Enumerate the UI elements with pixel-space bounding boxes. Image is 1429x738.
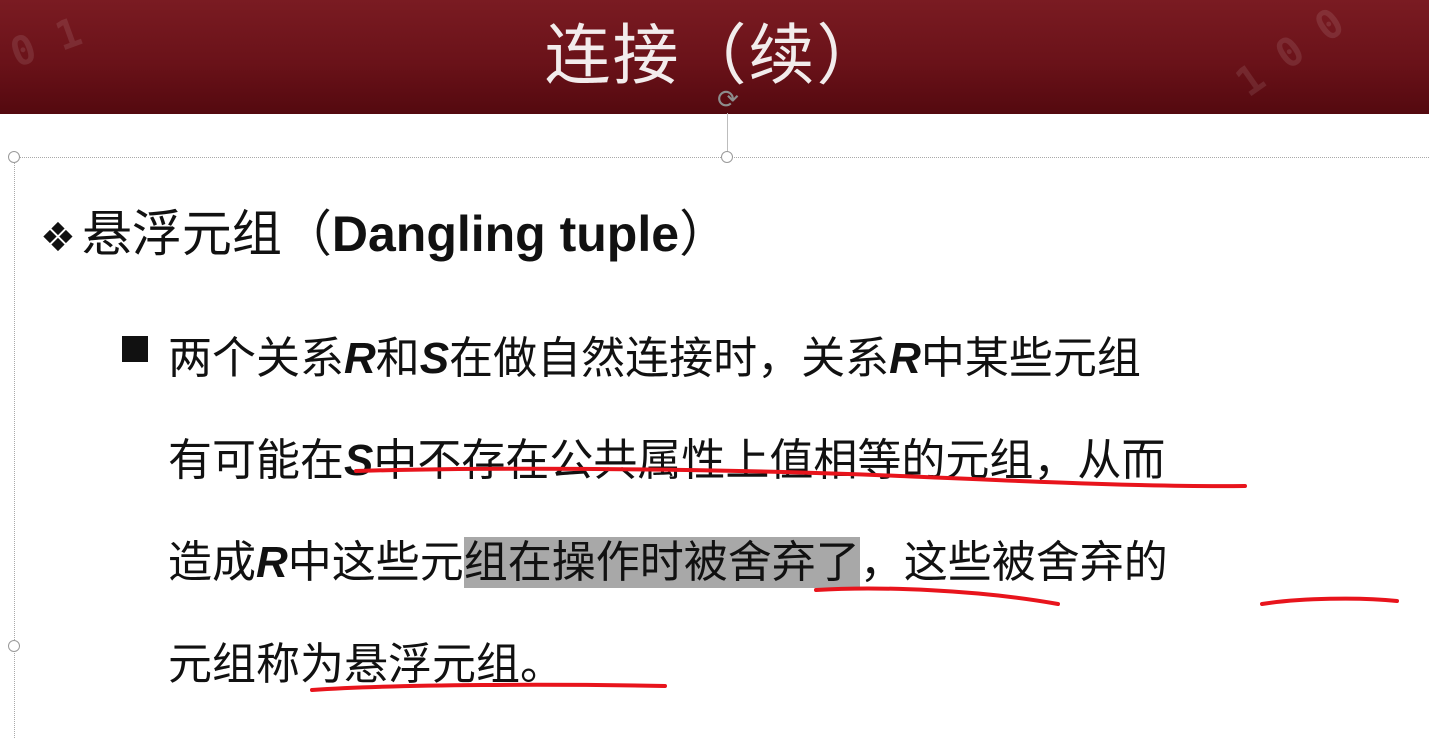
ink-annotations xyxy=(310,466,1399,692)
red-underline xyxy=(1260,596,1399,606)
red-underline xyxy=(814,586,1060,606)
red-underline xyxy=(310,682,667,692)
red-underline xyxy=(354,466,1247,489)
